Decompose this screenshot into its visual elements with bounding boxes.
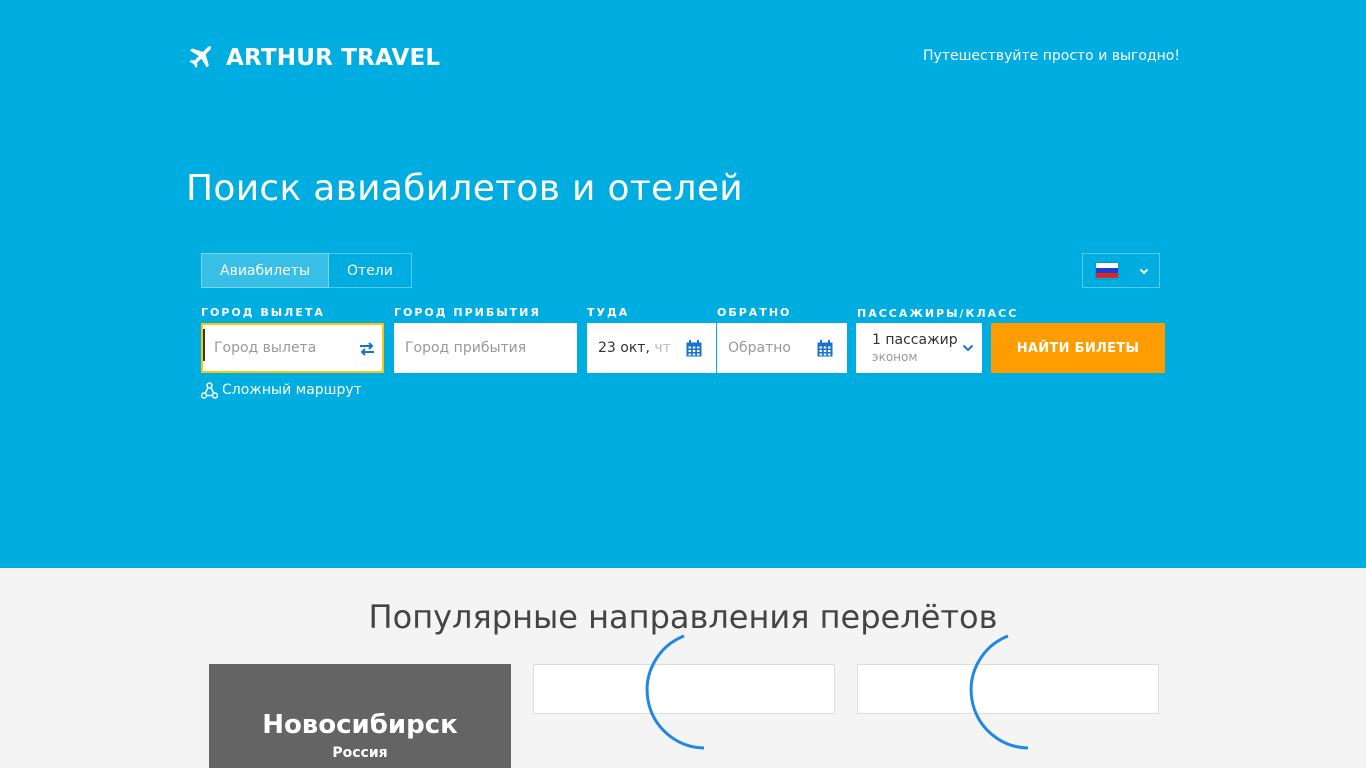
tab-flights[interactable]: Авиабилеты xyxy=(201,253,330,288)
destination-city: Новосибирск xyxy=(262,710,458,740)
calendar-icon xyxy=(817,340,833,357)
to-label: ГОРОД ПРИБЫТИЯ xyxy=(394,306,541,319)
search-tabs: Авиабилеты Отели xyxy=(201,253,412,288)
loading-spinner-icon xyxy=(645,634,705,750)
depart-date-field[interactable]: 23 окт, чт xyxy=(587,323,716,373)
depart-label: ТУДА xyxy=(587,306,630,319)
return-label: ОБРАТНО xyxy=(717,306,792,319)
language-selector[interactable] xyxy=(1082,253,1160,288)
origin-input[interactable] xyxy=(203,340,382,356)
passengers-label: ПАССАЖИРЫ/КЛАСС xyxy=(857,307,1019,320)
return-date-input[interactable] xyxy=(717,340,807,356)
calendar-icon xyxy=(686,340,702,357)
cabin-class: эконом xyxy=(872,350,918,364)
complex-route-link[interactable]: Сложный маршрут xyxy=(201,380,362,400)
swap-arrows-icon[interactable] xyxy=(358,340,376,358)
passenger-count: 1 пассажир xyxy=(872,332,958,348)
destination-country: Россия xyxy=(332,745,388,761)
from-label: ГОРОД ВЫЛЕТА xyxy=(201,306,325,319)
page-title: Поиск авиабилетов и отелей xyxy=(186,168,743,209)
tab-hotels[interactable]: Отели xyxy=(329,253,412,288)
origin-field xyxy=(201,323,384,373)
russia-flag-icon xyxy=(1095,261,1119,280)
tagline: Путешествуйте просто и выгодно! xyxy=(923,48,1180,64)
chevron-down-icon xyxy=(1139,268,1149,275)
depart-date-value: 23 окт, чт xyxy=(598,340,671,356)
hero-section: ARTHUR TRAVEL Путешествуйте просто и выг… xyxy=(0,0,1366,568)
text-caret xyxy=(203,329,205,361)
route-nodes-icon xyxy=(201,381,218,399)
passengers-selector[interactable]: 1 пассажир эконом xyxy=(856,323,982,373)
destination-field xyxy=(394,323,577,373)
loading-spinner-icon xyxy=(969,634,1029,750)
return-date-field[interactable] xyxy=(717,323,847,373)
site-logo[interactable]: ARTHUR TRAVEL xyxy=(186,42,440,74)
destination-input[interactable] xyxy=(394,340,577,356)
destination-card[interactable]: Новосибирск Россия xyxy=(209,664,511,768)
complex-route-label: Сложный маршрут xyxy=(222,382,362,398)
search-tickets-button[interactable]: НАЙТИ БИЛЕТЫ xyxy=(991,323,1165,373)
brand-name: ARTHUR TRAVEL xyxy=(226,45,441,71)
chevron-down-icon xyxy=(962,344,974,352)
airplane-icon xyxy=(189,46,212,68)
popular-destinations-title: Популярные направления перелётов xyxy=(368,598,998,636)
